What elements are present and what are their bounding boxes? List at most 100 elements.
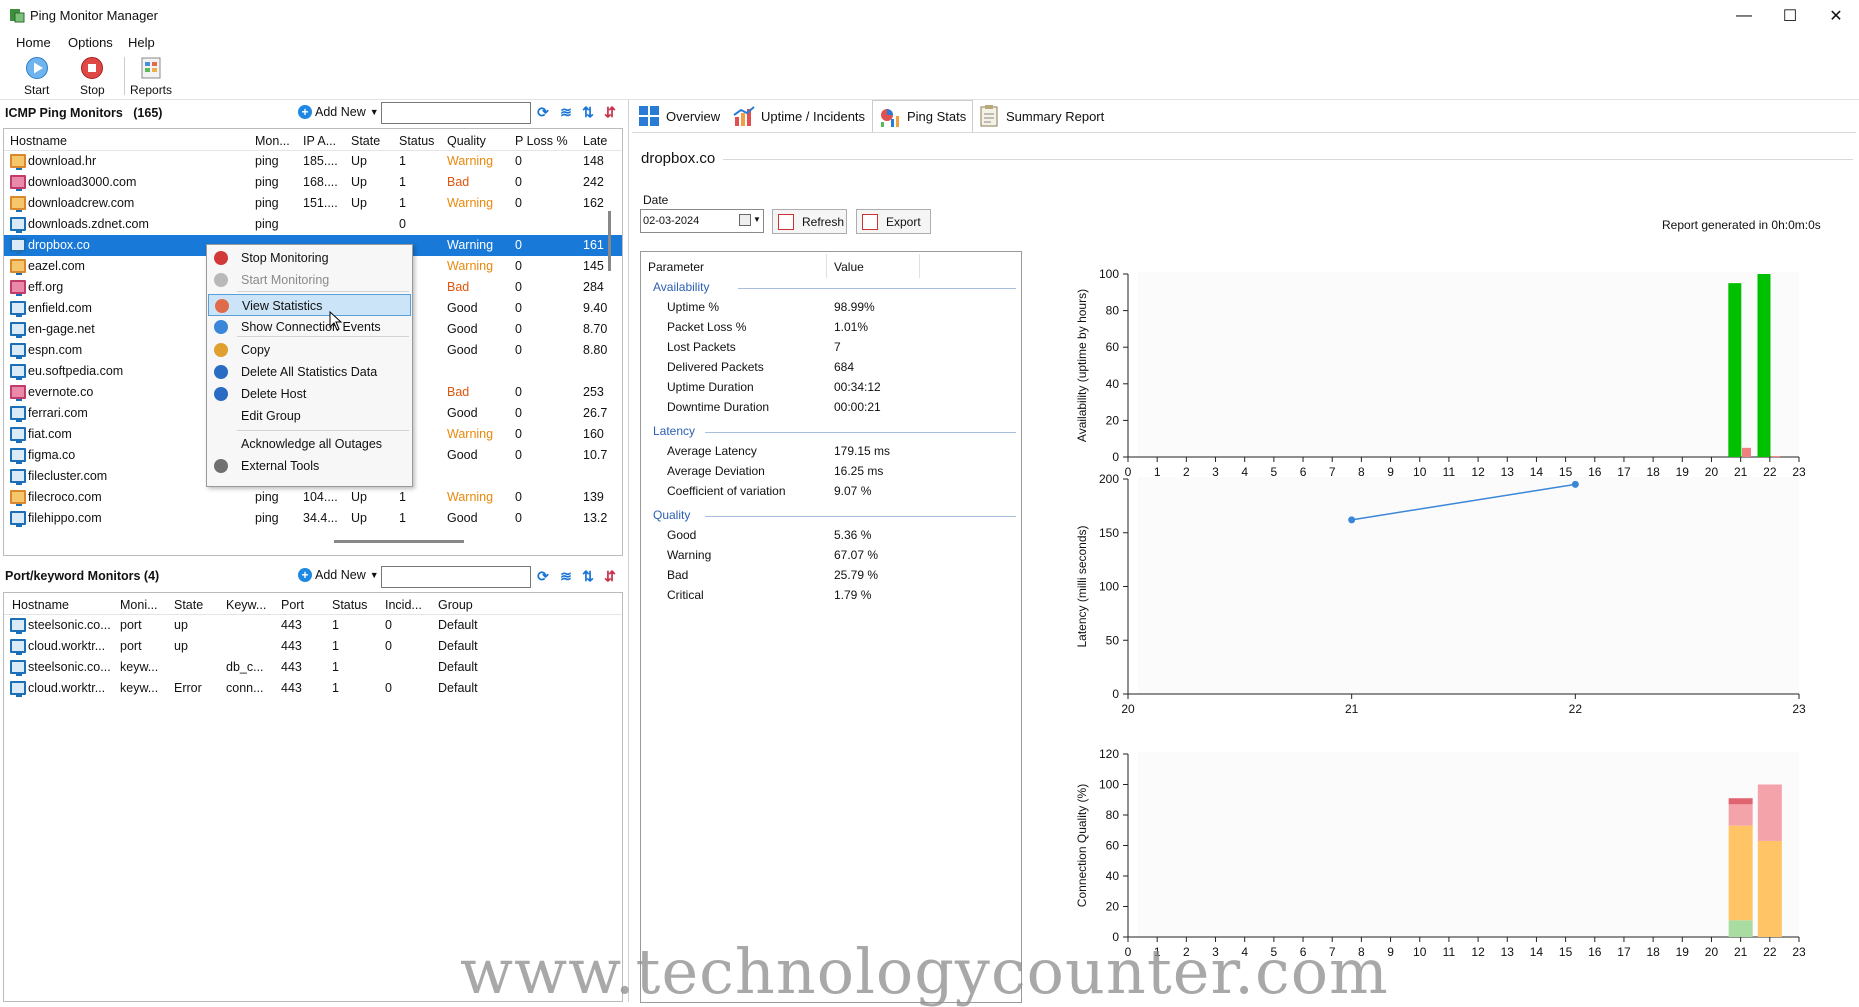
col-group[interactable]: Group <box>438 598 473 612</box>
cell-lat: 161 <box>583 238 604 252</box>
tab-ping-stats[interactable]: Ping Stats <box>872 100 974 132</box>
col-monitor[interactable]: Moni... <box>120 598 158 612</box>
cell-state: up <box>174 639 188 653</box>
port-add-new-button[interactable]: + Add New ▼ <box>298 568 379 582</box>
col-port[interactable]: Port <box>281 598 304 612</box>
col-incidents[interactable]: Incid... <box>385 598 422 612</box>
table-row[interactable]: downloadcrew.com ping 151.... Up 1 Warning 0 16… <box>4 193 622 214</box>
menu-options[interactable]: Options <box>68 35 113 50</box>
tab-overview[interactable]: Overview <box>632 100 726 132</box>
close-button[interactable]: ✕ <box>1813 0 1859 31</box>
table-row[interactable]: cloud.worktr... port up 443 1 0 Default <box>4 636 622 657</box>
layers-icon[interactable]: ≋ <box>558 104 574 120</box>
export-button[interactable]: Export <box>856 209 931 234</box>
y-tick-label: 20 <box>1106 900 1120 914</box>
sort-icon[interactable]: ⇅ <box>580 104 596 120</box>
availability-bar <box>1741 447 1751 457</box>
col-state[interactable]: State <box>174 598 203 612</box>
icmp-search-input[interactable] <box>381 102 531 124</box>
stop-button[interactable]: Stop <box>80 56 105 97</box>
cell-state: Up <box>351 490 367 504</box>
menu-item-view-statistics[interactable]: View Statistics <box>208 294 411 316</box>
availability-bar <box>1757 274 1771 457</box>
x-tick-label: 0 <box>1125 465 1132 479</box>
x-tick-label: 23 <box>1792 945 1806 959</box>
col-quality[interactable]: Quality <box>447 134 486 148</box>
monitor-host-icon <box>10 406 26 422</box>
start-button[interactable]: Start <box>24 56 49 97</box>
x-tick-label: 22 <box>1763 465 1777 479</box>
title-bar <box>0 0 1859 31</box>
table-row[interactable]: filecroco.com ping 104.... Up 1 Warning 0 139 <box>4 487 622 508</box>
refresh-label: Refresh <box>802 214 845 229</box>
menu-item-acknowledge-all-outages[interactable]: Acknowledge all Outages <box>208 433 411 455</box>
menu-help[interactable]: Help <box>128 35 155 50</box>
cell-ploss: 0 <box>515 280 522 294</box>
menu-item-show-connection-events[interactable]: Show Connection Events <box>208 316 411 338</box>
refresh-button[interactable]: Refresh <box>772 209 847 234</box>
cell-state: Up <box>351 196 367 210</box>
col-hostname[interactable]: Hostname <box>12 598 69 612</box>
col-hostname[interactable]: Hostname <box>10 134 67 148</box>
menu-item-copy[interactable]: Copy <box>208 339 411 361</box>
table-row[interactable]: steelsonic.co... keyw... db_c... 443 1 Defaul… <box>4 657 622 678</box>
menu-item-external-tools[interactable]: External Tools <box>208 455 411 477</box>
monitor-host-icon <box>10 469 26 485</box>
stat-value: 1.01% <box>834 320 869 334</box>
y-tick-label: 0 <box>1112 687 1119 701</box>
col-status[interactable]: Status <box>332 598 367 612</box>
group-divider <box>705 516 1016 517</box>
col-latency[interactable]: Late <box>583 134 607 148</box>
y-tick-label: 80 <box>1106 304 1120 318</box>
maximize-button[interactable]: ☐ <box>1767 0 1813 31</box>
filter-sort-icon[interactable]: ⇵ <box>602 104 618 120</box>
table-row[interactable]: download.hr ping 185.... Up 1 Warning 0 148 <box>4 151 622 172</box>
menu-item-delete-all-statistics-data[interactable]: Delete All Statistics Data <box>208 361 411 383</box>
sort-icon[interactable]: ⇅ <box>580 568 596 584</box>
stat-value: 5.36 % <box>834 528 872 542</box>
table-row[interactable]: download3000.com ping 168.... Up 1 Bad 0 242 <box>4 172 622 193</box>
monitor-host-icon <box>10 427 26 443</box>
col-monitor[interactable]: Mon... <box>255 134 290 148</box>
col-state[interactable]: State <box>351 134 380 148</box>
menu-item-edit-group[interactable]: Edit Group <box>208 405 411 427</box>
tab-summary-report[interactable]: Summary Report <box>972 100 1110 132</box>
col-keyword[interactable]: Keyw... <box>226 598 266 612</box>
refresh-list-icon[interactable]: ⟳ <box>535 568 551 584</box>
monitor-host-icon <box>10 490 26 506</box>
menu-item-delete-host[interactable]: Delete Host <box>208 383 411 405</box>
table-row[interactable]: cloud.worktr... keyw... Error conn... 443 1 0 D… <box>4 678 622 699</box>
cell-lat: 139 <box>583 490 604 504</box>
horizontal-scrollbar-thumb[interactable] <box>334 540 464 543</box>
minimize-button[interactable]: — <box>1721 0 1767 31</box>
port-search-input[interactable] <box>381 566 531 588</box>
col-ip-address[interactable]: IP A... <box>303 134 336 148</box>
col-status[interactable]: Status <box>399 134 434 148</box>
monitor-host-icon <box>10 322 26 338</box>
filter-sort-icon[interactable]: ⇵ <box>602 568 618 584</box>
table-row[interactable]: downloads.zdnet.com ping 0 <box>4 214 622 235</box>
icmp-add-new-button[interactable]: + Add New ▼ <box>298 105 379 119</box>
cell-quality: Bad <box>447 280 470 294</box>
cell-state: up <box>174 618 188 632</box>
table-row[interactable]: steelsonic.co... port up 443 1 0 Default <box>4 615 622 636</box>
vertical-scrollbar-thumb[interactable] <box>608 211 611 271</box>
menu-item-label: Show Connection Events <box>241 320 381 334</box>
menu-item-label: External Tools <box>241 459 320 473</box>
date-picker[interactable]: 02-03-2024 ▼ <box>640 209 764 233</box>
group-divider <box>705 432 1016 433</box>
refresh-list-icon[interactable]: ⟳ <box>535 104 551 120</box>
refresh-icon <box>778 213 794 230</box>
layers-icon[interactable]: ≋ <box>558 568 574 584</box>
cell-ip: 151.... <box>303 196 338 210</box>
table-row[interactable]: filehippo.com ping 34.4... Up 1 Good 0 13.2 <box>4 508 622 529</box>
menu-home[interactable]: Home <box>16 35 51 50</box>
col-packet-loss[interactable]: P Loss % <box>515 134 568 148</box>
menu-item-stop-monitoring[interactable]: Stop Monitoring <box>208 247 411 269</box>
delete-host-icon <box>214 387 228 401</box>
panel-splitter[interactable] <box>628 100 629 1002</box>
x-tick-label: 9 <box>1387 465 1394 479</box>
report-generated-text: Report generated in 0h:0m:0s <box>1662 218 1821 232</box>
reports-button[interactable]: Reports <box>130 56 172 97</box>
tab-uptime-incidents[interactable]: Uptime / Incidents <box>727 100 871 132</box>
